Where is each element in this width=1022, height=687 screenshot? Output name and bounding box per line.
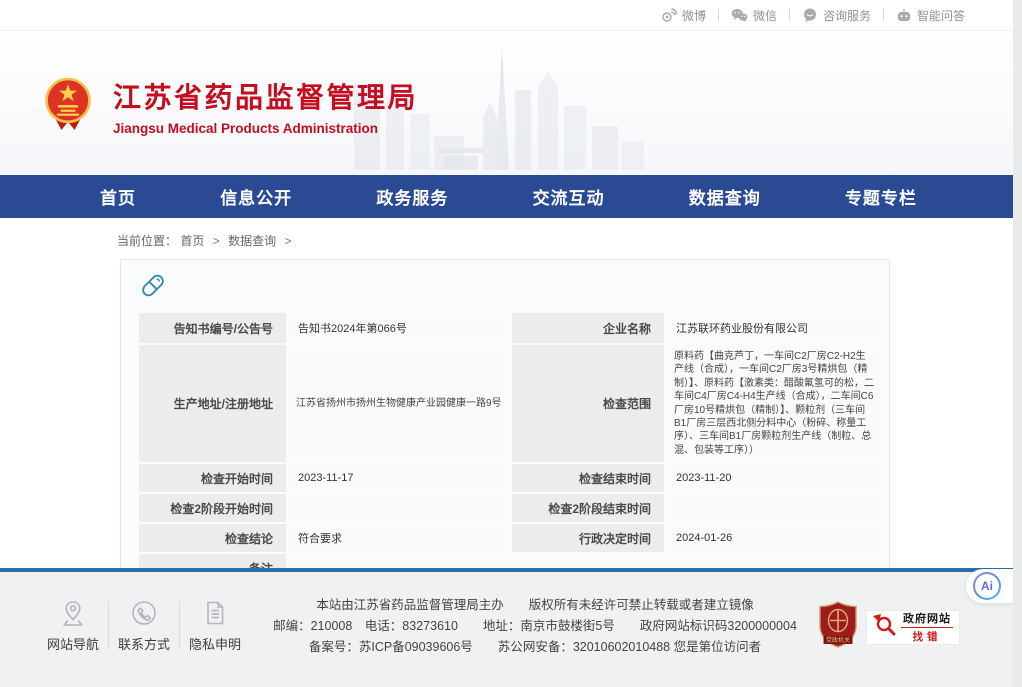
- divider: [883, 9, 884, 21]
- nav-item-home[interactable]: 首页: [100, 184, 136, 209]
- footer-link-label: 联系方式: [109, 634, 179, 653]
- breadcrumb-link-home[interactable]: 首页: [180, 234, 204, 248]
- field-value: [666, 494, 883, 522]
- magnifier-icon: [871, 612, 897, 643]
- breadcrumb-separator: >: [284, 234, 291, 248]
- topbar-item-wechat[interactable]: 微信: [731, 7, 777, 24]
- main-nav: 首页 信息公开 政务服务 交流互动 数据查询 专题专栏: [0, 175, 1013, 218]
- gov-find-title: 政府网站: [901, 610, 953, 628]
- field-value: 符合要求: [288, 524, 510, 552]
- site-subtitle: Jiangsu Medical Products Administration: [113, 121, 418, 136]
- field-label: 检查开始时间: [139, 464, 286, 492]
- inspection-table: 告知书编号/公告号 告知书2024年第066号 企业名称 江苏联环药业股份有限公…: [137, 311, 885, 584]
- field-value: 原料药【曲克芦丁，一车间C2厂房C2-H2生产线（合成），一车间C2厂房3号精烘…: [666, 345, 883, 462]
- brand-text: 江苏省药品监督管理局 Jiangsu Medical Products Admi…: [113, 76, 418, 136]
- wechat-icon: [731, 8, 748, 22]
- chat-service-icon: [802, 8, 818, 22]
- topbar-label: 微博: [682, 7, 706, 24]
- footer-info: 本站由江苏省药品监督管理局主办 版权所有未经许可禁止转载或者建立镜像 邮编：21…: [255, 595, 815, 658]
- footer-link-label: 网站导航: [38, 634, 108, 653]
- nav-item-special-columns[interactable]: 专题专栏: [845, 184, 917, 209]
- nav-item-data-query[interactable]: 数据查询: [689, 184, 761, 209]
- breadcrumb-separator: >: [213, 234, 220, 248]
- divider: [718, 9, 719, 21]
- nav-item-gov-services[interactable]: 政务服务: [376, 184, 448, 209]
- field-value: 江苏省扬州市扬州生物健康产业园健康一路9号: [288, 345, 510, 462]
- site-footer: 网站导航 联系方式: [0, 568, 1013, 687]
- gov-site-find-error-badge[interactable]: 政府网站 找错: [867, 611, 959, 644]
- footer-links: 网站导航 联系方式: [38, 599, 250, 653]
- party-gov-shield-badge[interactable]: 党政机关: [818, 601, 858, 653]
- table-row: 检查结论 符合要求 行政决定时间 2024-01-26: [139, 524, 883, 552]
- shield-badge-text: 党政机关: [826, 636, 850, 644]
- field-label: 检查2阶段结束时间: [512, 494, 664, 522]
- weibo-icon: [661, 8, 677, 22]
- page: 微博 微信 咨询服务 智能问答: [0, 0, 1013, 687]
- topbar-item-weibo[interactable]: 微博: [661, 7, 706, 24]
- nav-item-interaction[interactable]: 交流互动: [533, 184, 605, 209]
- topbar-label: 微信: [753, 7, 777, 24]
- field-value: 江苏联环药业股份有限公司: [666, 313, 883, 343]
- site-title: 江苏省药品监督管理局: [113, 76, 418, 116]
- map-pin-icon: [38, 599, 108, 627]
- brand[interactable]: 江苏省药品监督管理局 Jiangsu Medical Products Admi…: [44, 75, 418, 137]
- field-label: 检查2阶段开始时间: [139, 494, 286, 522]
- inspection-detail-panel: 告知书编号/公告号 告知书2024年第066号 企业名称 江苏联环药业股份有限公…: [120, 259, 890, 595]
- field-label: 生产地址/注册地址: [139, 345, 286, 462]
- topbar: 微博 微信 咨询服务 智能问答: [0, 0, 1013, 30]
- national-emblem-logo: [44, 75, 92, 137]
- field-label: 告知书编号/公告号: [139, 313, 286, 343]
- topbar-label: 智能问答: [917, 7, 965, 24]
- field-value: 2023-11-20: [666, 464, 883, 492]
- ai-assistant-label: Ai: [975, 574, 999, 598]
- field-label: 检查结束时间: [512, 464, 664, 492]
- gov-find-subtitle: 找错: [901, 629, 953, 644]
- footer-link-site-map[interactable]: 网站导航: [38, 599, 108, 653]
- breadcrumb-prefix: 当前位置：: [117, 234, 177, 248]
- footer-line-host: 本站由江苏省药品监督管理局主办 版权所有未经许可禁止转载或者建立镜像: [255, 595, 815, 616]
- phone-icon: [109, 599, 179, 627]
- footer-link-label: 隐私申明: [180, 634, 250, 653]
- document-icon: [180, 599, 250, 627]
- nav-item-info-disclosure[interactable]: 信息公开: [220, 184, 292, 209]
- gov-find-texts: 政府网站 找错: [901, 610, 953, 644]
- pill-capsule-icon: [140, 272, 873, 304]
- ai-assistant-tab: Ai: [966, 569, 1013, 603]
- ai-assistant-button[interactable]: Ai: [973, 572, 1001, 600]
- topbar-label: 咨询服务: [823, 7, 871, 24]
- footer-link-privacy[interactable]: 隐私申明: [180, 599, 250, 653]
- topbar-item-consult[interactable]: 咨询服务: [802, 7, 871, 24]
- table-row: 检查开始时间 2023-11-17 检查结束时间 2023-11-20: [139, 464, 883, 492]
- footer-line-icp: 备案号：苏ICP备09039606号 苏公网安备：32010602010488 …: [255, 637, 815, 658]
- footer-badges: 党政机关 政府网站 找错: [818, 601, 959, 653]
- field-label: 企业名称: [512, 313, 664, 343]
- site-header: 江苏省药品监督管理局 Jiangsu Medical Products Admi…: [0, 30, 1013, 175]
- field-label: 检查结论: [139, 524, 286, 552]
- field-label: 检查范围: [512, 345, 664, 462]
- field-value: 告知书2024年第066号: [288, 313, 510, 343]
- field-value: [288, 494, 510, 522]
- divider: [789, 9, 790, 21]
- breadcrumb: 当前位置： 首页 > 数据查询 >: [0, 218, 1013, 259]
- robot-qa-icon: [896, 8, 912, 22]
- table-row: 生产地址/注册地址 江苏省扬州市扬州生物健康产业园健康一路9号 检查范围 原料药…: [139, 345, 883, 462]
- breadcrumb-link-data-query[interactable]: 数据查询: [228, 234, 276, 248]
- footer-link-contact[interactable]: 联系方式: [109, 599, 179, 653]
- field-value: 2023-11-17: [288, 464, 510, 492]
- field-label: 行政决定时间: [512, 524, 664, 552]
- footer-line-contact: 邮编：210008 电话：83273610 地址：南京市鼓楼街5号 政府网站标识…: [255, 616, 815, 637]
- table-row: 检查2阶段开始时间 检查2阶段结束时间: [139, 494, 883, 522]
- field-value: 2024-01-26: [666, 524, 883, 552]
- table-row: 告知书编号/公告号 告知书2024年第066号 企业名称 江苏联环药业股份有限公…: [139, 313, 883, 343]
- topbar-item-smart-qa[interactable]: 智能问答: [896, 7, 965, 24]
